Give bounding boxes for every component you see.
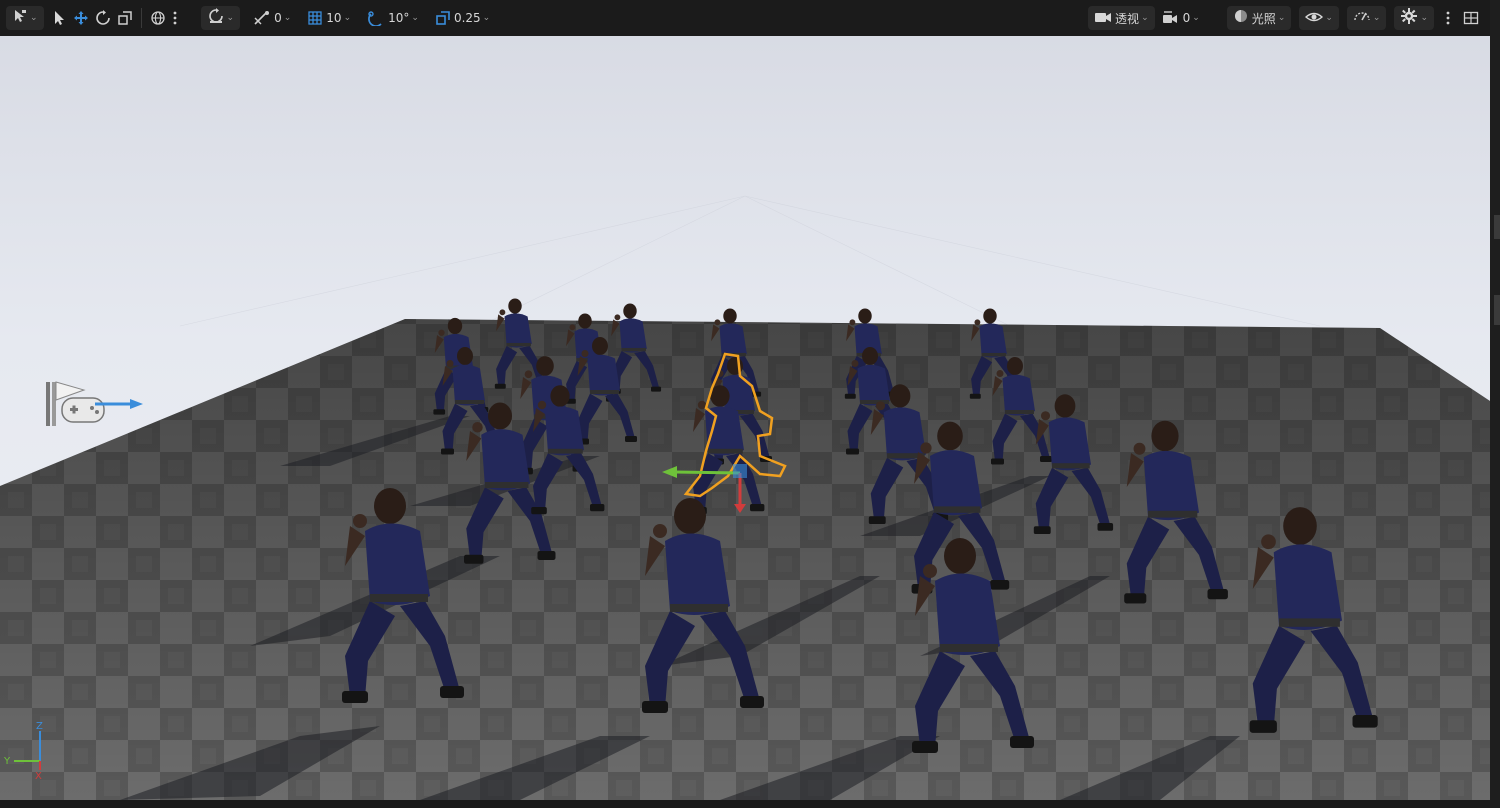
grid-snap-value: 10 <box>326 11 342 25</box>
scale-snap-icon <box>435 10 451 26</box>
viewport-layout-button[interactable] <box>1460 6 1482 30</box>
rotate-snap-value: 10° <box>388 11 410 25</box>
show-flags-dropdown[interactable]: ⌄ <box>1299 6 1339 30</box>
select-mode-dropdown[interactable]: ⌄ <box>6 6 44 30</box>
rotate-button[interactable] <box>92 6 114 30</box>
rotate-icon <box>95 10 111 26</box>
translate-snap-icon <box>253 10 271 26</box>
viewport-more-button[interactable] <box>1442 6 1454 30</box>
player-start-icon[interactable] <box>46 381 143 426</box>
level-viewport[interactable]: ⌄ ⌄ 0 ⌄ 10 ⌄ 10° ⌄ 0.25 ⌄ 透视 ⌄ 0 ⌄ 光照 ⌄ … <box>0 0 1500 808</box>
settings-gear-icon <box>1400 7 1418 29</box>
bottom-panel-edge <box>0 800 1490 808</box>
view-mode-label: 透视 <box>1115 11 1140 26</box>
show-eye-icon <box>1305 9 1324 28</box>
realtime-dropdown[interactable]: ⌄ <box>1346 6 1387 30</box>
select-arrow-icon <box>51 10 67 26</box>
scale-snap-value: 0.25 <box>453 11 481 25</box>
axis-y-label: Y <box>3 756 11 767</box>
lighting-sphere-icon <box>1233 8 1249 28</box>
select-mode-icon <box>12 8 28 28</box>
scale-icon <box>117 10 133 26</box>
world-local-icon <box>150 10 166 26</box>
axis-z-label: Z <box>36 721 43 732</box>
realtime-icon <box>1353 8 1371 28</box>
camera-speed-icon <box>1162 10 1180 26</box>
scale-button[interactable] <box>114 6 136 30</box>
rotate-snap-icon <box>367 10 385 26</box>
viewport-settings-dropdown[interactable]: ⌄ <box>1394 6 1434 30</box>
grid-snap-toggle[interactable]: 10 ⌄ <box>304 6 354 30</box>
select-button[interactable] <box>48 6 70 30</box>
scale-snap-toggle[interactable]: 0.25 ⌄ <box>432 6 493 30</box>
right-panel-edge <box>1490 0 1500 808</box>
surface-snap-dropdown[interactable]: ⌄ <box>200 6 241 30</box>
translate-button[interactable] <box>70 6 92 30</box>
more-vertical-icon <box>172 10 178 26</box>
sky-grid <box>179 195 1321 327</box>
scene-render[interactable]: Z Y X <box>0 36 1490 800</box>
more-vertical-icon <box>1445 10 1451 26</box>
world-local-toggle[interactable] <box>147 6 169 30</box>
perspective-camera-icon <box>1094 9 1112 28</box>
transform-more-button[interactable] <box>169 6 181 30</box>
translate-snap-toggle[interactable]: 0 ⌄ <box>250 6 294 30</box>
translate-snap-value: 0 <box>274 11 282 25</box>
layout-icon <box>1463 10 1479 26</box>
lighting-mode-label: 光照 <box>1251 11 1276 26</box>
axis-x-label: X <box>35 771 42 782</box>
grid-snap-icon <box>307 10 323 26</box>
rotate-snap-toggle[interactable]: 10° ⌄ <box>364 6 422 30</box>
camera-speed-value: 0 <box>1182 11 1191 25</box>
camera-speed-dropdown[interactable]: 0 ⌄ <box>1159 6 1203 30</box>
translate-icon <box>73 10 89 26</box>
viewport-toolbar: ⌄ ⌄ 0 ⌄ 10 ⌄ 10° ⌄ 0.25 ⌄ 透视 ⌄ 0 ⌄ 光照 ⌄ … <box>0 0 1490 37</box>
surface-snap-icon <box>207 8 225 28</box>
view-mode-dropdown[interactable]: 透视 ⌄ <box>1088 6 1155 30</box>
lighting-mode-dropdown[interactable]: 光照 ⌄ <box>1226 6 1292 30</box>
